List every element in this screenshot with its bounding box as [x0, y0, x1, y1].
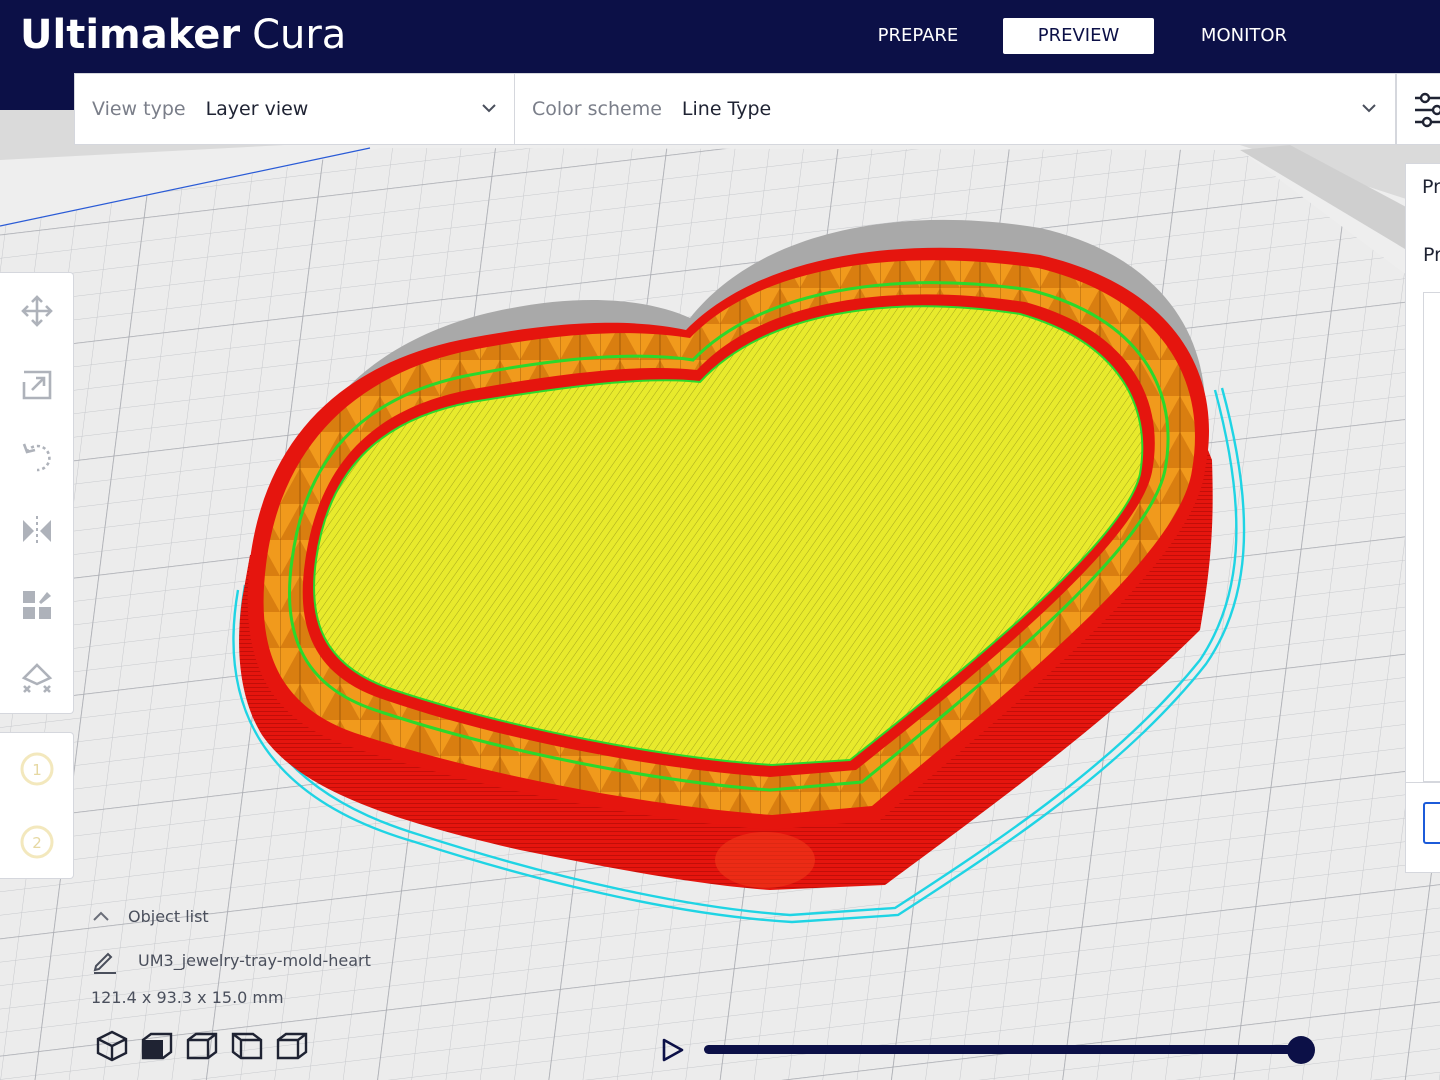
left-view-icon[interactable] [229, 1028, 265, 1064]
tab-preview[interactable]: PREVIEW [1003, 18, 1154, 54]
object-list-item[interactable]: UM3_jewelry-tray-mold-heart [90, 946, 371, 974]
extruder-1-label: 1 [32, 761, 42, 779]
toolbar-divider [514, 74, 515, 144]
object-list-panel: Object list UM3_jewelry-tray-mold-heart … [88, 900, 408, 1070]
right-view-icon[interactable] [274, 1028, 310, 1064]
move-tool-button[interactable] [13, 287, 61, 335]
tab-prepare[interactable]: PREPARE [860, 18, 976, 54]
object-dimensions: 121.4 x 93.3 x 15.0 mm [91, 988, 284, 1007]
color-scheme-dropdown[interactable]: Color scheme Line Type [532, 74, 1372, 144]
chevron-down-icon[interactable] [479, 98, 499, 118]
object-list-title: Object list [128, 906, 209, 926]
logo-brand: Ultimaker [20, 12, 241, 58]
support-blocker-button[interactable] [13, 655, 61, 703]
chevron-down-icon[interactable] [1359, 98, 1379, 118]
color-scheme-label: Color scheme [532, 98, 662, 120]
sliders-icon [1415, 92, 1440, 128]
layer-slider[interactable] [704, 1036, 1318, 1064]
panel-divider [1406, 782, 1440, 783]
per-model-settings-button[interactable] [13, 581, 61, 629]
support-blocker-icon [21, 663, 53, 693]
tab-monitor[interactable]: MONITOR [1184, 18, 1304, 54]
logo-product: Cura [252, 12, 347, 58]
print-settings-toggle[interactable] [1396, 73, 1440, 145]
tool-bar [0, 272, 74, 714]
extruder-2-label: 2 [32, 834, 42, 852]
pencil-icon [93, 952, 116, 974]
extruder-selector: 1 2 [0, 732, 74, 879]
play-icon[interactable] [656, 1034, 688, 1066]
object-name: UM3_jewelry-tray-mold-heart [138, 950, 371, 970]
rotate-tool-button[interactable] [13, 433, 61, 481]
extruder-2-icon[interactable]: 2 [17, 822, 57, 862]
top-view-icon[interactable] [184, 1028, 220, 1064]
view-type-label: View type [92, 98, 186, 120]
rotate-icon [22, 443, 51, 472]
move-icon [21, 295, 53, 327]
panel-subtitle: Pr [1423, 244, 1440, 266]
3d-view-icon[interactable] [94, 1028, 130, 1064]
panel-action-button[interactable] [1423, 802, 1440, 844]
view-type-value: Layer view [205, 98, 309, 120]
scale-tool-button[interactable] [13, 361, 61, 409]
mirror-tool-button[interactable] [13, 507, 61, 555]
view-toolbar: View type Layer view Color scheme Line T… [74, 73, 1396, 145]
view-type-dropdown[interactable]: View type Layer view [92, 74, 512, 144]
app-logo: Ultimaker Cura [20, 10, 346, 60]
extruder-1-icon[interactable]: 1 [17, 749, 57, 789]
panel-title: Pr [1422, 176, 1440, 198]
per-model-settings-icon [23, 591, 51, 619]
color-scheme-value: Line Type [681, 98, 772, 120]
mirror-icon [23, 516, 51, 546]
cura-window: Ultimaker Cura PREPARE PREVIEW MONITOR Vi… [0, 0, 1440, 1080]
slider-handle[interactable] [1287, 1036, 1315, 1064]
chevron-up-icon [93, 911, 109, 921]
print-settings-panel: Pr Pr [1405, 163, 1440, 873]
scale-icon [22, 370, 52, 400]
view-orientation-controls [94, 1028, 310, 1064]
object-list-header[interactable]: Object list [88, 906, 209, 926]
panel-settings-box [1423, 292, 1440, 782]
front-view-icon[interactable] [139, 1028, 175, 1064]
slider-track[interactable] [704, 1045, 1304, 1054]
